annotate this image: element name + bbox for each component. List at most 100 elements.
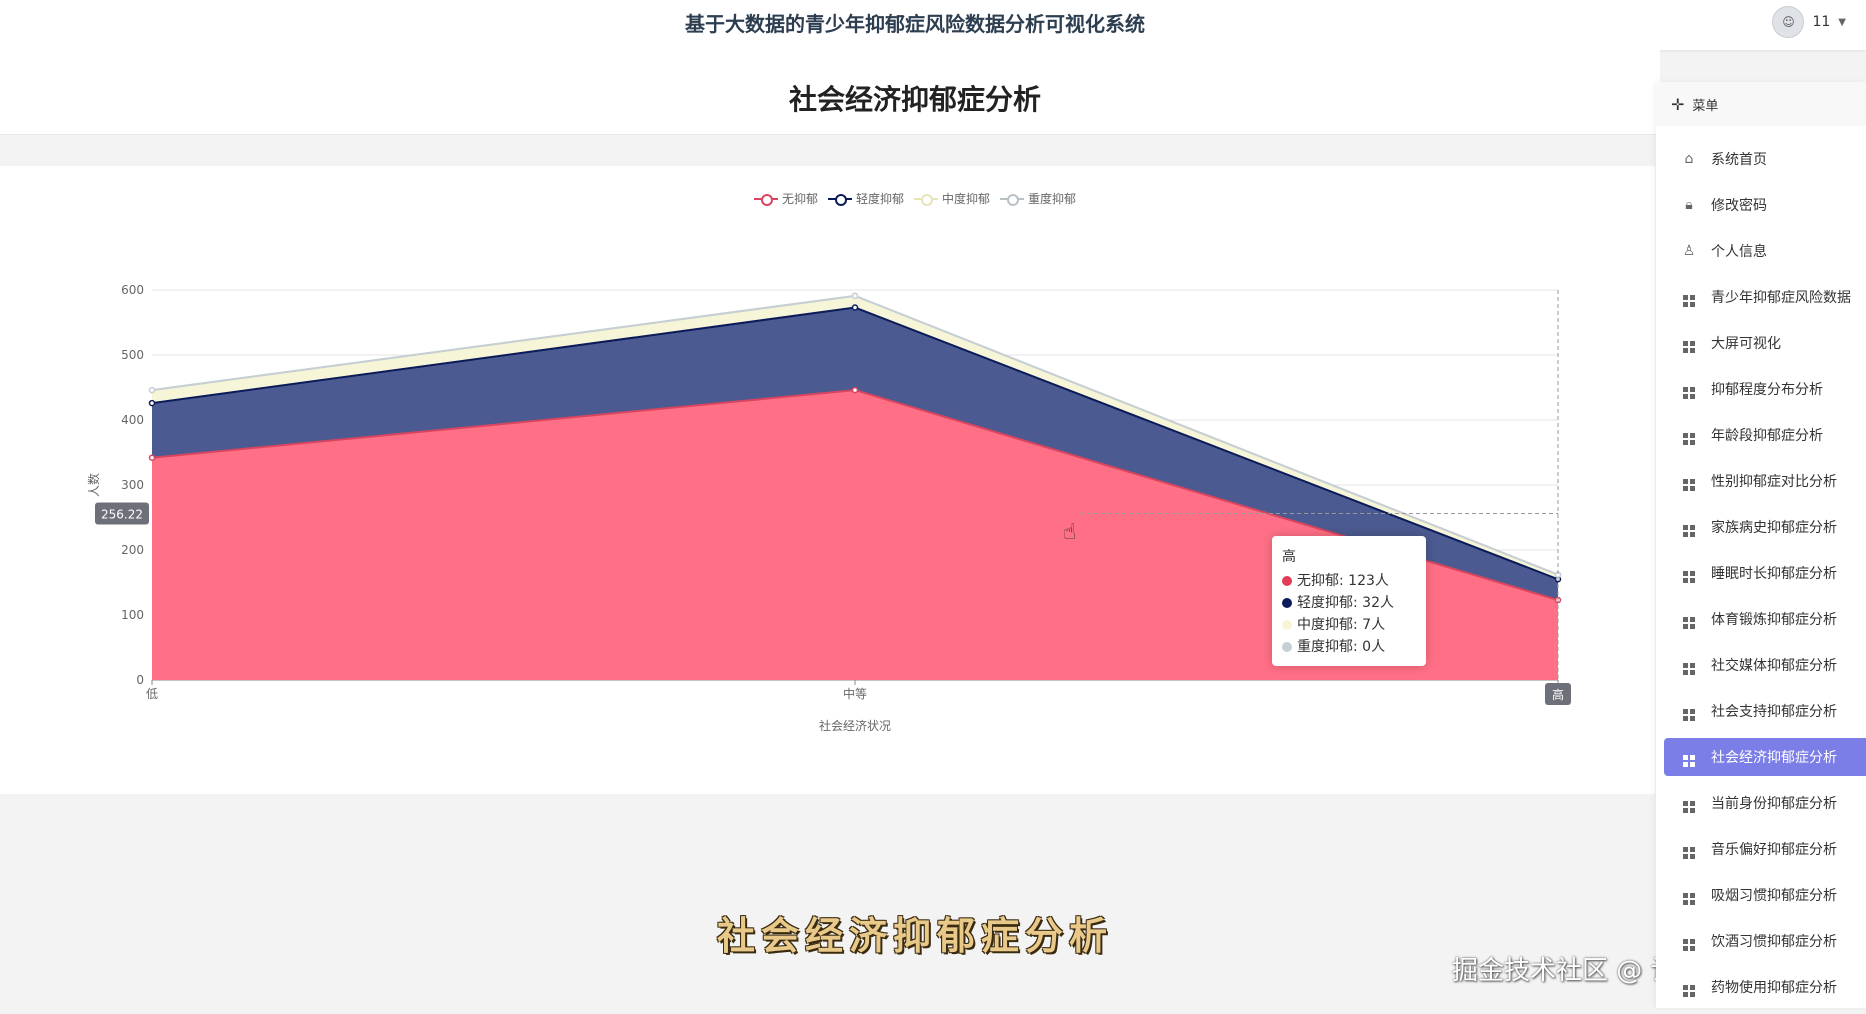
grid-icon bbox=[1679, 380, 1699, 399]
grid-icon bbox=[1679, 702, 1699, 721]
grid-icon bbox=[1679, 886, 1699, 905]
grid-icon bbox=[1679, 840, 1699, 859]
sidebar-item[interactable]: 大屏可视化 bbox=[1656, 324, 1866, 362]
sidebar-item-label: 音乐偏好抑郁症分析 bbox=[1711, 842, 1837, 858]
tooltip-row: 中度抑郁: 7人 bbox=[1282, 614, 1416, 636]
sidebar-item-label: 家族病史抑郁症分析 bbox=[1711, 520, 1837, 536]
x-axis-title: 社会经济状况 bbox=[819, 718, 891, 733]
sidebar-item[interactable]: 社会支持抑郁症分析 bbox=[1656, 692, 1866, 730]
sidebar-item[interactable]: 社交媒体抑郁症分析 bbox=[1656, 646, 1866, 684]
sidebar-item[interactable]: 🔒︎ 修改密码 bbox=[1656, 186, 1866, 224]
sidebar-item-label: 年龄段抑郁症分析 bbox=[1711, 428, 1823, 444]
user-menu[interactable]: ☺ 11 ▼ bbox=[1772, 6, 1846, 38]
sidebar-item-label: 饮酒习惯抑郁症分析 bbox=[1711, 934, 1837, 950]
sidebar-item[interactable]: 饮酒习惯抑郁症分析 bbox=[1656, 922, 1866, 960]
data-point[interactable] bbox=[851, 304, 859, 311]
sidebar-item-label: 社交媒体抑郁症分析 bbox=[1711, 658, 1837, 674]
chevron-down-icon[interactable]: ▼ bbox=[1838, 17, 1846, 28]
sidebar-item[interactable]: 吸烟习惯抑郁症分析 bbox=[1656, 876, 1866, 914]
sidebar-item[interactable]: 体育锻炼抑郁症分析 bbox=[1656, 600, 1866, 638]
y-tick-label: 200 bbox=[121, 543, 144, 557]
grid-icon bbox=[1679, 518, 1699, 537]
grid-icon bbox=[1679, 932, 1699, 951]
data-point[interactable] bbox=[851, 386, 859, 394]
y-pointer-label: 256.22 bbox=[101, 507, 143, 521]
sidebar-item[interactable]: ⌂ 系统首页 bbox=[1656, 140, 1866, 178]
tooltip-title: 高 bbox=[1282, 549, 1296, 565]
x-tick-label: 中等 bbox=[843, 686, 867, 701]
sidebar-item-label: 体育锻炼抑郁症分析 bbox=[1711, 612, 1837, 628]
grid-icon bbox=[1679, 288, 1699, 307]
tooltip-text: 无抑郁: 123人 bbox=[1297, 573, 1389, 589]
y-tick-label: 0 bbox=[136, 673, 144, 687]
sidebar-item[interactable]: 药物使用抑郁症分析 bbox=[1656, 968, 1866, 1006]
sidebar-item-label: 抑郁程度分布分析 bbox=[1711, 382, 1823, 398]
grid-icon bbox=[1679, 334, 1699, 353]
sidebar-item-label: 社会支持抑郁症分析 bbox=[1711, 704, 1837, 720]
sidebar-item-label: 青少年抑郁症风险数据 bbox=[1711, 290, 1851, 306]
x-tick-label: 低 bbox=[146, 687, 158, 701]
sidebar-item-label: 吸烟习惯抑郁症分析 bbox=[1711, 888, 1837, 904]
sidebar-item[interactable]: 当前身份抑郁症分析 bbox=[1656, 784, 1866, 822]
sidebar-item[interactable]: 睡眠时长抑郁症分析 bbox=[1656, 554, 1866, 592]
y-tick-label: 400 bbox=[121, 413, 144, 427]
sidebar-item-label: 大屏可视化 bbox=[1711, 336, 1781, 352]
tooltip-dot bbox=[1282, 598, 1292, 608]
data-point[interactable] bbox=[148, 386, 156, 394]
grid-icon bbox=[1679, 426, 1699, 445]
sidebar-item-label: 修改密码 bbox=[1711, 198, 1767, 214]
chart-tooltip: 高 无抑郁: 123人 轻度抑郁: 32人 中度抑郁: 7人 重度抑郁: 0人 bbox=[1272, 536, 1426, 666]
data-point[interactable] bbox=[148, 454, 156, 461]
y-tick-label: 300 bbox=[121, 478, 144, 492]
sidebar-item-label: 睡眠时长抑郁症分析 bbox=[1711, 566, 1837, 582]
sidebar-item[interactable]: 音乐偏好抑郁症分析 bbox=[1656, 830, 1866, 868]
sidebar-item-label: 个人信息 bbox=[1711, 244, 1767, 260]
home-icon: ⌂ bbox=[1684, 151, 1694, 167]
tooltip-dot bbox=[1282, 642, 1292, 652]
move-icon: ✛ bbox=[1671, 94, 1685, 114]
tooltip-text: 重度抑郁: 0人 bbox=[1297, 639, 1386, 655]
user-icon: ♙ bbox=[1682, 243, 1696, 259]
grid-icon bbox=[1679, 794, 1699, 813]
y-tick-label: 500 bbox=[121, 348, 144, 362]
sidebar-item[interactable]: ♙ 个人信息 bbox=[1656, 232, 1866, 270]
grid-icon bbox=[1679, 656, 1699, 675]
menu-header-label: 菜单 bbox=[1692, 98, 1719, 114]
user-name[interactable]: 11 bbox=[1812, 14, 1830, 30]
grid-icon bbox=[1679, 564, 1699, 583]
sidebar-item[interactable]: 年龄段抑郁症分析 bbox=[1656, 416, 1866, 454]
menu-header[interactable]: ✛ 菜单 bbox=[1656, 82, 1866, 126]
sidebar-item[interactable]: 抑郁程度分布分析 bbox=[1656, 370, 1866, 408]
data-point[interactable] bbox=[851, 292, 859, 300]
grid-icon bbox=[1679, 978, 1699, 997]
sidebar-item-label: 社会经济抑郁症分析 bbox=[1711, 750, 1837, 766]
tooltip-text: 轻度抑郁: 32人 bbox=[1297, 595, 1394, 611]
sidebar-item[interactable]: 性别抑郁症对比分析 bbox=[1656, 462, 1866, 500]
sidebar-item[interactable]: 社会经济抑郁症分析 bbox=[1664, 738, 1866, 776]
menu-list: ⌂ 系统首页 🔒︎ 修改密码 ♙ 个人信息青少年抑郁症风险数据 大屏可视化抑郁程度分布分析年… bbox=[1656, 140, 1866, 1014]
y-tick-label: 600 bbox=[121, 283, 144, 297]
tooltip-row: 无抑郁: 123人 bbox=[1282, 570, 1416, 592]
grid-icon bbox=[1679, 748, 1699, 767]
sidebar-item[interactable]: 青少年抑郁症风险数据 bbox=[1656, 278, 1866, 316]
tooltip-row: 重度抑郁: 0人 bbox=[1282, 636, 1416, 658]
sidebar-item[interactable]: 家族病史抑郁症分析 bbox=[1656, 508, 1866, 546]
avatar[interactable]: ☺ bbox=[1772, 6, 1805, 38]
sidebar-item-label: 当前身份抑郁症分析 bbox=[1711, 796, 1837, 812]
data-point[interactable] bbox=[148, 399, 156, 407]
tooltip-text: 中度抑郁: 7人 bbox=[1297, 617, 1386, 633]
tooltip-dot bbox=[1282, 576, 1292, 586]
hand-cursor-icon: ☝ bbox=[1063, 520, 1077, 545]
grid-icon bbox=[1679, 472, 1699, 491]
y-tick-label: 100 bbox=[121, 608, 144, 622]
lock-icon: 🔒︎ bbox=[1685, 197, 1693, 213]
tooltip-dot bbox=[1282, 620, 1292, 630]
tooltip-row: 轻度抑郁: 32人 bbox=[1282, 592, 1416, 614]
sidebar-item-label: 性别抑郁症对比分析 bbox=[1711, 474, 1837, 490]
y-axis-title: 人数 bbox=[86, 473, 101, 497]
area-chart[interactable]: 0 100 200 300 400 500 600 低 中等 256.22 高社会经济状况 人数 bbox=[0, 0, 1655, 794]
sidebar-menu: ✛ 菜单 ⌂ 系统首页 🔒︎ 修改密码 ♙ 个人信息青少年抑郁症风险数据 大屏可视化抑郁程度… bbox=[1656, 82, 1866, 1008]
sidebar-item-label: 药物使用抑郁症分析 bbox=[1711, 980, 1837, 996]
sidebar-item-label: 系统首页 bbox=[1711, 152, 1767, 168]
grid-icon bbox=[1679, 610, 1699, 629]
